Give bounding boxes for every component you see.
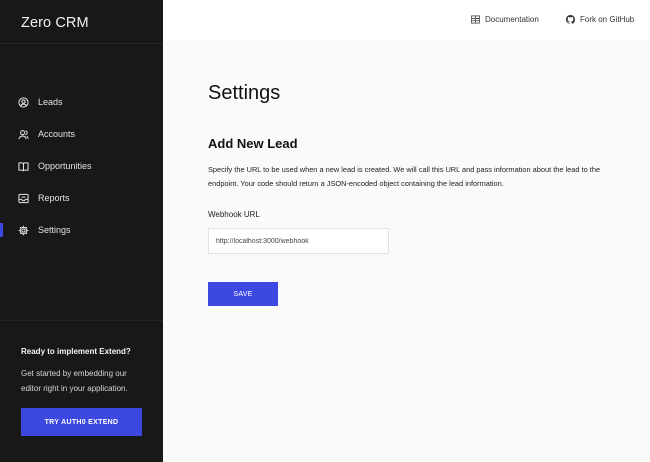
github-link[interactable]: Fork on GitHub: [566, 15, 634, 24]
sidebar-item-label: Settings: [38, 225, 71, 235]
users-icon: [18, 129, 29, 140]
sidebar-item-label: Opportunities: [38, 161, 92, 171]
webhook-url-input[interactable]: [208, 228, 389, 254]
promo-title: Ready to implement Extend?: [21, 347, 131, 356]
promo-text: Get started by embedding our editor righ…: [21, 369, 128, 393]
github-icon: [566, 15, 575, 24]
sidebar-nav: Leads Accounts Opportunities Reports Set…: [0, 86, 163, 246]
top-bar: Documentation Fork on GitHub: [163, 0, 650, 40]
documentation-link[interactable]: Documentation: [471, 15, 539, 24]
gear-icon: [18, 225, 29, 236]
inbox-icon: [18, 193, 29, 204]
sidebar-item-leads[interactable]: Leads: [0, 86, 163, 118]
app-title[interactable]: Zero CRM: [21, 15, 89, 31]
sidebar: Zero CRM Leads Accounts Opportunities Re…: [0, 0, 163, 462]
page-title: Settings: [208, 82, 281, 104]
user-circle-icon: [18, 96, 29, 108]
sidebar-item-opportunities[interactable]: Opportunities: [0, 150, 163, 182]
sidebar-item-label: Accounts: [38, 129, 76, 139]
webhook-url-label: Webhook URL: [208, 210, 260, 219]
section-description: Specify the URL to be used when a new le…: [208, 165, 601, 188]
divider: [0, 43, 163, 44]
divider: [0, 320, 163, 321]
try-auth0-extend-button[interactable]: TRY AUTH0 EXTEND: [21, 408, 142, 436]
sidebar-item-settings[interactable]: Settings: [0, 214, 163, 246]
book-grid-icon: [471, 15, 480, 24]
sidebar-item-reports[interactable]: Reports: [0, 182, 163, 214]
sidebar-item-label: Reports: [38, 193, 70, 203]
sidebar-item-accounts[interactable]: Accounts: [0, 118, 163, 150]
book-icon: [18, 161, 29, 172]
save-button[interactable]: SAVE: [208, 282, 278, 306]
sidebar-item-label: Leads: [38, 97, 63, 107]
section-title: Add New Lead: [208, 136, 298, 151]
documentation-label: Documentation: [485, 15, 539, 24]
github-label: Fork on GitHub: [580, 15, 635, 24]
